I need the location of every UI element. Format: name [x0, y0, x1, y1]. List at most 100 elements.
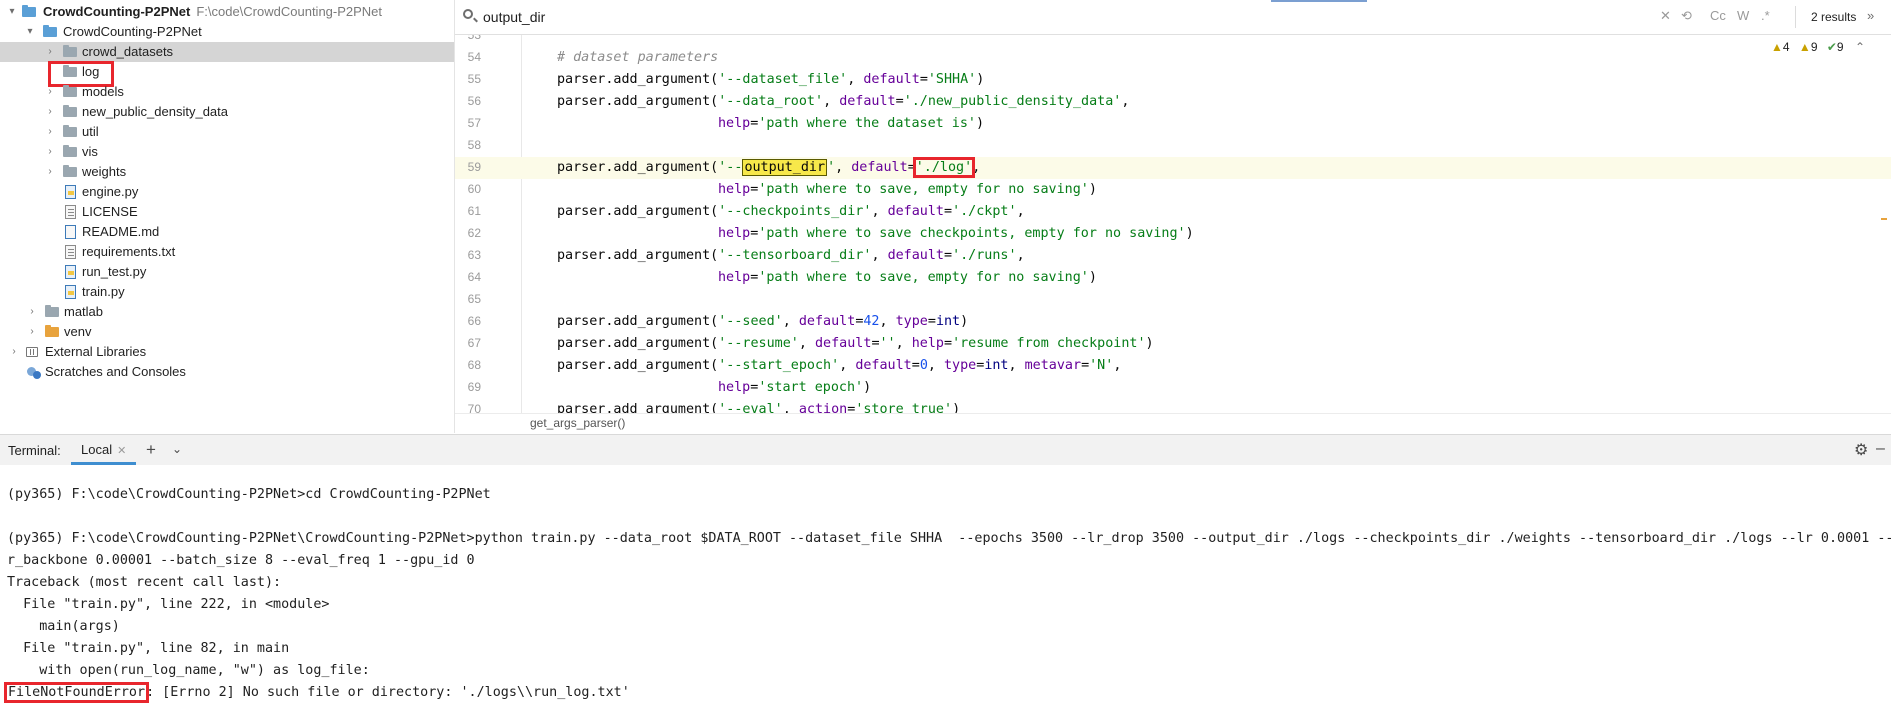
code-line: 67 parser.add_argument('--resume', defau… — [455, 333, 1891, 355]
code-line: 69 help='start epoch') — [455, 377, 1891, 399]
tree-item-train-py[interactable]: train.py — [0, 282, 454, 302]
tree-item-matlab[interactable]: › matlab — [0, 302, 454, 322]
chevron-down-icon[interactable]: ▾ — [6, 2, 18, 22]
regex-toggle[interactable]: .* — [1761, 8, 1770, 23]
tree-item-label: weights — [82, 164, 127, 179]
line-number: 60 — [467, 182, 481, 196]
tree-item-new-public-density-data[interactable]: › new_public_density_data — [0, 102, 454, 122]
folder-icon — [45, 325, 59, 337]
terminal-toolbar: Terminal: Local ✕ + ⌄ ⚙ – — [0, 434, 1891, 466]
tree-item-venv[interactable]: › venv — [0, 322, 454, 342]
python-file-icon — [65, 285, 76, 299]
terminal-line: Traceback (most recent call last): — [7, 575, 282, 590]
terminal-error-line: FileNotFoundError: [Errno 2] No such fil… — [3, 682, 630, 704]
code-text: parser.add_argument('-- output_dir ', defa… — [557, 157, 981, 178]
tree-item-label: matlab — [64, 304, 104, 319]
separator — [1795, 6, 1796, 28]
line-number: 59 — [467, 160, 481, 174]
tree-item-run-test-py[interactable]: run_test.py — [0, 262, 454, 282]
line-number: 69 — [467, 380, 481, 394]
tree-item-label: run_test.py — [82, 264, 147, 279]
folder-icon — [63, 85, 77, 97]
tab-local[interactable]: Local ✕ — [71, 435, 137, 465]
code-text: help='path where to save, empty for no s… — [718, 270, 1097, 285]
more-icon[interactable]: » — [1867, 8, 1874, 23]
code-line: 54 # dataset parameters — [455, 47, 1891, 69]
highlight-box: './log' — [912, 157, 976, 178]
add-icon[interactable]: + — [146, 440, 156, 460]
code-line: 68 parser.add_argument('--start_epoch', … — [455, 355, 1891, 377]
terminal-output[interactable]: (py365) F:\code\CrowdCounting-P2PNet>cd … — [0, 465, 1891, 715]
code-line: 66 parser.add_argument('--seed', default… — [455, 311, 1891, 333]
chevron-right-icon[interactable]: › — [44, 102, 56, 122]
tree-item-engine-py[interactable]: engine.py — [0, 182, 454, 202]
folder-icon — [63, 145, 77, 157]
tree-item-crowd-datasets[interactable]: › crowd_datasets — [0, 42, 454, 62]
chevron-right-icon[interactable]: › — [44, 82, 56, 102]
code-line: 53 — [455, 35, 1891, 47]
tree-item-scratches[interactable]: Scratches and Consoles — [0, 362, 454, 382]
chevron-down-icon[interactable]: ▾ — [24, 22, 36, 42]
breadcrumb[interactable]: get_args_parser() — [455, 413, 1891, 433]
clear-icon[interactable]: ✕ — [1660, 8, 1671, 24]
line-number: 66 — [467, 314, 481, 328]
code-editor[interactable]: ▲4 ▲9 ✔9 ⌃ 53 54 # dataset parameters 55… — [455, 35, 1891, 433]
tree-item-label: crowd_datasets — [82, 44, 174, 59]
breadcrumb-item[interactable]: get_args_parser() — [530, 416, 625, 430]
tree-root[interactable]: ▾ CrowdCounting-P2PNet F:\code\CrowdCount… — [0, 2, 454, 22]
code-line: 65 — [455, 289, 1891, 311]
code-text: help='start epoch') — [718, 380, 872, 395]
tree-item-requirements[interactable]: requirements.txt — [0, 242, 454, 262]
code-text: parser.add_argument('--dataset_file', de… — [557, 72, 985, 87]
tree-item-util[interactable]: › util — [0, 122, 454, 142]
tree-item-vis[interactable]: › vis — [0, 142, 454, 162]
code-text: parser.add_argument('--seed', default=42… — [557, 314, 969, 329]
minimize-icon[interactable]: – — [1876, 440, 1885, 458]
match-case-toggle[interactable]: Cc — [1710, 8, 1726, 23]
tree-item-weights[interactable]: › weights — [0, 162, 454, 182]
chevron-right-icon[interactable]: › — [26, 302, 38, 322]
chevron-right-icon[interactable]: › — [44, 142, 56, 162]
tree-item-external-libraries[interactable]: › External Libraries — [0, 342, 454, 362]
code-line-current: 59 parser.add_argument('-- output_dir ', d… — [455, 157, 1891, 179]
tree-item-label: train.py — [82, 284, 125, 299]
library-icon — [26, 347, 38, 357]
tree-item-license[interactable]: LICENSE — [0, 202, 454, 222]
terminal-line: File "train.py", line 82, in main — [7, 641, 290, 656]
line-number: 65 — [467, 292, 481, 306]
tree-item-label: vis — [82, 144, 98, 159]
chevron-right-icon[interactable]: › — [44, 42, 56, 62]
tree-item-subroot[interactable]: ▾ CrowdCounting-P2PNet — [0, 22, 454, 42]
history-icon[interactable]: ⟲ — [1681, 8, 1692, 24]
search-results-count: 2 results — [1811, 10, 1857, 24]
search-input[interactable]: output_dir — [483, 9, 545, 25]
tree-item-label: External Libraries — [45, 344, 147, 359]
search-match: output_dir — [742, 159, 828, 176]
tree-item-readme[interactable]: README.md — [0, 222, 454, 242]
search-icon[interactable] — [463, 9, 473, 19]
project-tree: ▾ CrowdCounting-P2PNet F:\code\CrowdCount… — [0, 0, 455, 433]
chevron-right-icon[interactable]: › — [44, 162, 56, 182]
terminal-line: r_backbone 0.00001 --batch_size 8 --eval… — [7, 553, 475, 568]
scratches-icon — [27, 365, 41, 379]
chevron-right-icon[interactable]: › — [26, 322, 38, 342]
tree-item-models[interactable]: › models — [0, 82, 454, 102]
gear-icon[interactable]: ⚙ — [1854, 440, 1868, 460]
close-icon[interactable]: ✕ — [117, 445, 126, 457]
tree-item-label: requirements.txt — [82, 244, 176, 259]
text-file-icon — [65, 245, 76, 259]
code-text: help='path where to save checkpoints, em… — [718, 226, 1194, 241]
chevron-right-icon[interactable]: › — [8, 342, 20, 362]
terminal-line: (py365) F:\code\CrowdCounting-P2PNet\Cro… — [7, 531, 1891, 546]
chevron-down-icon[interactable]: ⌄ — [172, 442, 182, 456]
folder-icon — [45, 305, 59, 317]
chevron-right-icon[interactable]: › — [44, 122, 56, 142]
terminal-title: Terminal: — [8, 443, 61, 458]
tree-item-label: LICENSE — [82, 204, 138, 219]
text-file-icon — [65, 205, 76, 219]
python-file-icon — [65, 265, 76, 279]
tab-label: Local — [81, 442, 113, 457]
tree-item-log[interactable]: log — [0, 61, 454, 87]
whole-words-toggle[interactable]: W — [1737, 8, 1749, 23]
root-label: CrowdCounting-P2PNet F:\code\CrowdCountin… — [43, 4, 383, 19]
